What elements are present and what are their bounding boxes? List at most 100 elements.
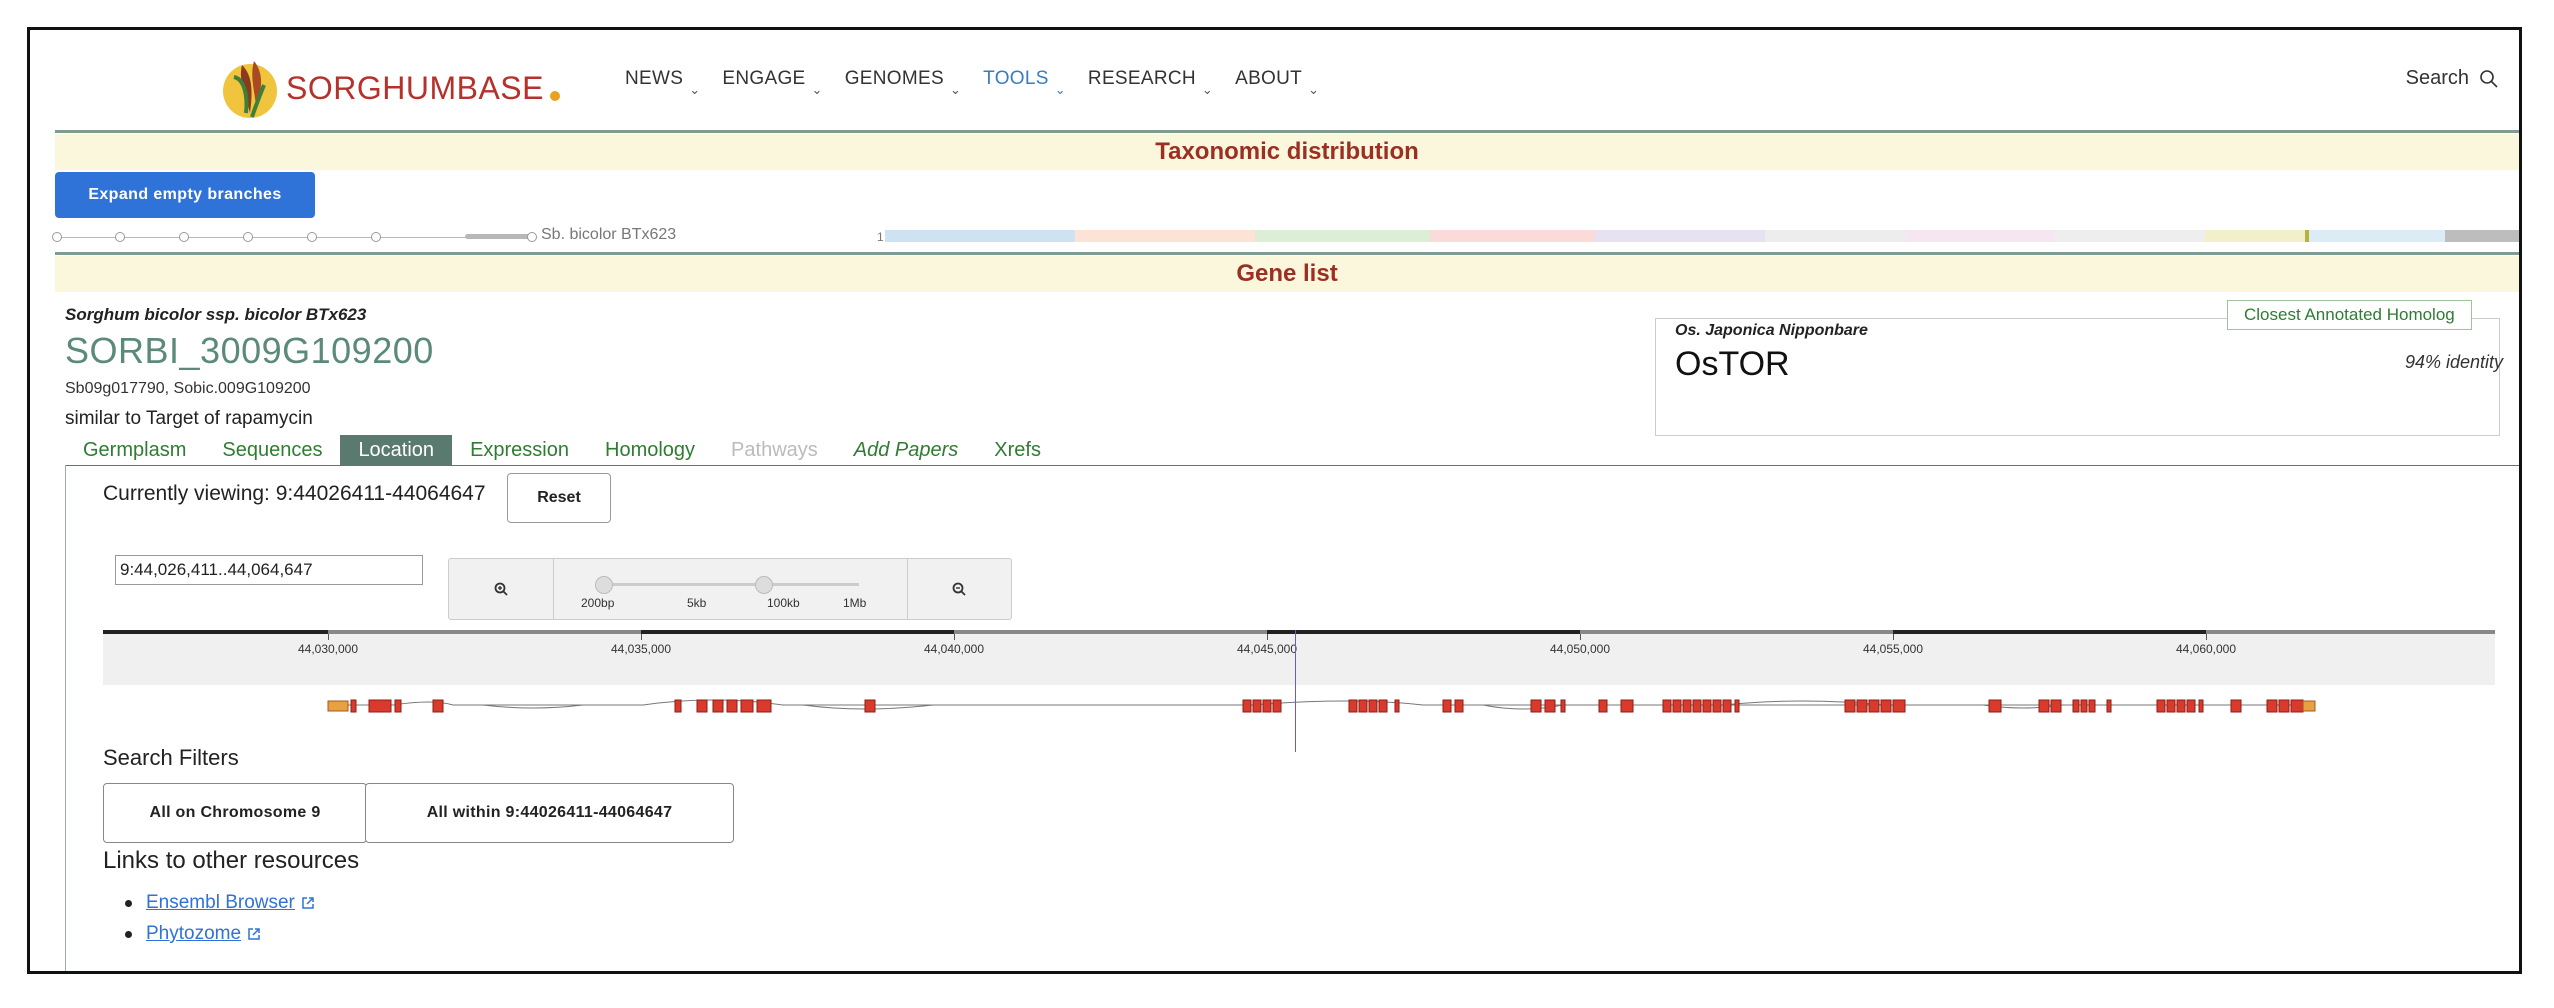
nav-engage-label: ENGAGE xyxy=(722,68,806,89)
sorghum-logo-icon xyxy=(223,61,277,118)
nav-about[interactable]: ABOUT ⌄ xyxy=(1235,68,1319,97)
gene-species: Sorghum bicolor ssp. bicolor BTx623 xyxy=(65,305,367,324)
zoom-controls: 200bp 5kb 100kb 1Mb xyxy=(448,558,1012,620)
filter-region-button[interactable]: All within 9:44026411-44064647 xyxy=(365,783,734,843)
nav-tools-label: TOOLS xyxy=(983,68,1049,89)
ruler-tick xyxy=(1580,634,1581,640)
tab-add-papers[interactable]: Add Papers xyxy=(836,435,977,465)
tree-node[interactable] xyxy=(115,232,125,242)
nav-tools[interactable]: TOOLS ⌄ xyxy=(983,68,1066,97)
tab-xrefs[interactable]: Xrefs xyxy=(976,435,1059,465)
reset-button[interactable]: Reset xyxy=(507,473,611,523)
closest-homolog-tag: Closest Annotated Homolog xyxy=(2227,300,2472,330)
bullet xyxy=(125,899,132,907)
ruler-tick xyxy=(2206,634,2207,640)
tab-expression[interactable]: Expression xyxy=(452,435,587,465)
nav-engage[interactable]: ENGAGE ⌄ xyxy=(722,68,822,97)
search-filters-title: Search Filters xyxy=(103,745,239,770)
gene-description: similar to Target of rapamycin xyxy=(65,408,313,429)
search-button[interactable]: Search xyxy=(2406,67,2499,90)
links-title: Links to other resources xyxy=(103,847,360,874)
nav-research-label: RESEARCH xyxy=(1087,68,1196,89)
search-label: Search xyxy=(2405,67,2469,89)
zoom-slider-knob[interactable] xyxy=(755,576,773,594)
homolog-identity: 94% identity xyxy=(2405,352,2504,372)
section-divider xyxy=(55,252,2519,255)
chevron-down-icon: ⌄ xyxy=(811,82,823,97)
distribution-segment xyxy=(1595,230,1765,242)
zoom-label-200bp: 200bp xyxy=(581,596,615,610)
tree-node[interactable] xyxy=(243,232,253,242)
homolog-name[interactable]: OsTOR xyxy=(1675,345,1790,384)
distribution-segment xyxy=(2055,230,2205,242)
ruler-tick xyxy=(328,634,329,640)
tree-branch-line xyxy=(55,237,535,238)
ruler-tick xyxy=(641,634,642,640)
tabs-underline xyxy=(65,465,2519,466)
tree-node[interactable] xyxy=(52,232,62,242)
tree-species-label: Sb. bicolor BTx623 xyxy=(541,226,677,243)
tree-gene-count: 1 xyxy=(877,230,884,244)
gene-tabs: Germplasm Sequences Location Expression … xyxy=(65,435,1059,465)
tree-node[interactable] xyxy=(179,232,189,242)
tab-sequences[interactable]: Sequences xyxy=(204,435,340,465)
zoom-slider-track[interactable] xyxy=(601,583,859,586)
distribution-segment xyxy=(885,230,1075,242)
ruler-label: 44,060,000 xyxy=(2175,642,2237,656)
nav-genomes[interactable]: GENOMES ⌄ xyxy=(845,68,961,97)
main-nav: NEWS ⌄ ENGAGE ⌄ GENOMES ⌄ TOOLS ⌄ RESEARCH ⌄ … xyxy=(625,68,1341,97)
tree-node-leaf[interactable] xyxy=(527,232,537,242)
ruler-label: 44,055,000 xyxy=(1862,642,1924,656)
nav-about-label: ABOUT xyxy=(1235,68,1303,89)
homolog-species: Os. Japonica Nipponbare xyxy=(1675,322,1868,339)
ruler-segment xyxy=(1580,630,1893,634)
taxonomy-tree: Sb. bicolor BTx623 1 xyxy=(52,226,2519,248)
zoom-out-icon xyxy=(952,582,966,596)
chevron-down-icon: ⌄ xyxy=(1054,82,1066,97)
ruler-label: 44,030,000 xyxy=(297,642,359,656)
ruler-tick xyxy=(1267,634,1268,640)
filter-chromosome-button[interactable]: All on Chromosome 9 xyxy=(103,783,367,843)
tab-germplasm[interactable]: Germplasm xyxy=(65,435,204,465)
distribution-segment xyxy=(2205,230,2305,242)
chevron-down-icon: ⌄ xyxy=(1201,82,1214,97)
sorghumbase-logo[interactable]: SORGHUMBASE xyxy=(220,48,560,128)
ruler-segment xyxy=(954,630,1267,634)
zoom-in-icon xyxy=(494,582,508,596)
gene-id-title: SORBI_3009G109200 xyxy=(65,330,434,371)
ruler-tick xyxy=(954,634,955,640)
tree-node[interactable] xyxy=(307,232,317,242)
position-cursor xyxy=(1295,630,1296,752)
distribution-segment xyxy=(1765,230,1905,242)
link-phytozome: Phytozome xyxy=(125,923,261,945)
tab-homology[interactable]: Homology xyxy=(587,435,713,465)
distribution-bar xyxy=(885,230,2519,242)
currently-viewing: Currently viewing: 9:44026411-44064647 xyxy=(103,482,486,505)
ruler-label: 44,035,000 xyxy=(610,642,672,656)
ensembl-browser-link[interactable]: Ensembl Browser xyxy=(146,892,295,914)
zoom-separator xyxy=(553,559,554,619)
search-icon xyxy=(2480,69,2498,88)
location-input[interactable] xyxy=(115,555,423,585)
header-divider xyxy=(55,130,2519,133)
tab-location[interactable]: Location xyxy=(340,435,453,465)
chevron-down-icon: ⌄ xyxy=(689,82,701,97)
zoom-in-button[interactable] xyxy=(449,559,553,619)
nav-research[interactable]: RESEARCH ⌄ xyxy=(1087,68,1213,97)
ruler-label: 44,045,000 xyxy=(1236,642,1298,656)
tree-node[interactable] xyxy=(371,232,381,242)
taxonomic-distribution-header: Taxonomic distribution xyxy=(55,134,2519,170)
ruler-tick xyxy=(1893,634,1894,640)
phytozome-link[interactable]: Phytozome xyxy=(146,923,241,945)
gene-synonyms: Sb09g017790, Sobic.009G109200 xyxy=(65,380,311,397)
distribution-segment xyxy=(1255,230,1430,242)
logo-dot xyxy=(549,91,560,101)
nav-news[interactable]: NEWS ⌄ xyxy=(625,68,700,97)
expand-empty-branches-button[interactable]: Expand empty branches xyxy=(55,172,315,218)
distribution-segment xyxy=(1905,230,2055,242)
bullet xyxy=(125,930,132,938)
zoom-out-button[interactable] xyxy=(907,559,1011,619)
gene-model-track[interactable] xyxy=(103,685,2495,725)
distribution-segment xyxy=(1430,230,1595,242)
zoom-slider-min-knob[interactable] xyxy=(595,576,613,594)
